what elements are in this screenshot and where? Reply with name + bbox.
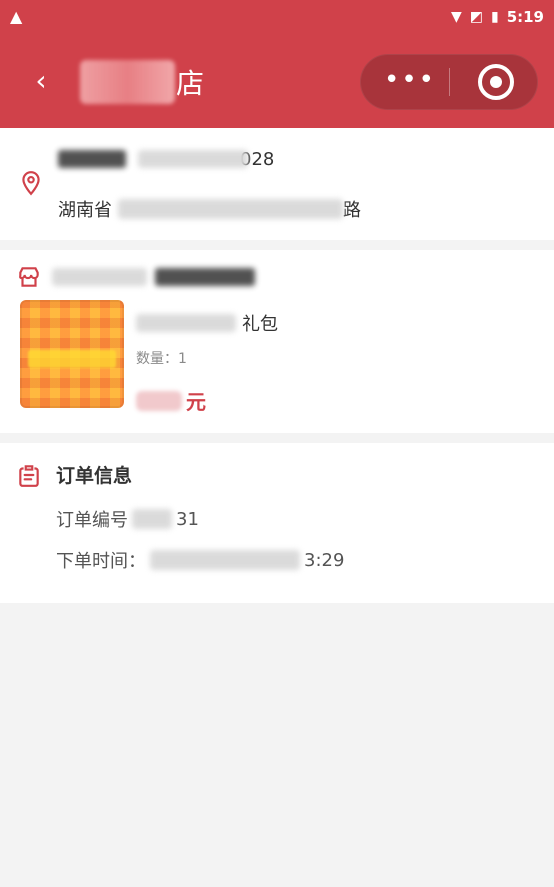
warning-icon: ▲ bbox=[10, 7, 23, 26]
address-line: 湖南省 路 bbox=[58, 196, 361, 222]
price-redacted bbox=[136, 390, 182, 411]
recipient-line: 028 bbox=[58, 146, 274, 172]
product-title-tail: 礼包 bbox=[242, 314, 278, 335]
product-price: 元 bbox=[136, 386, 206, 415]
shop-card[interactable]: 礼包 数量：1 元 bbox=[0, 250, 554, 433]
product-quantity: 数量：1 bbox=[136, 351, 187, 367]
location-pin-icon bbox=[22, 171, 40, 196]
title-redacted bbox=[80, 60, 175, 104]
product-thumbnail[interactable] bbox=[20, 300, 124, 408]
capsule-divider bbox=[449, 68, 450, 96]
order-number-tail: 31 bbox=[176, 508, 199, 530]
miniapp-capsule: ••• bbox=[360, 54, 538, 110]
address-redacted bbox=[118, 199, 343, 219]
clipboard-icon bbox=[19, 465, 39, 487]
battery-icon: ▮ bbox=[490, 9, 499, 25]
shop-name-redacted bbox=[52, 267, 255, 287]
order-number-redacted bbox=[132, 509, 172, 529]
more-icon[interactable]: ••• bbox=[384, 67, 434, 96]
address-province: 湖南省 bbox=[58, 200, 112, 221]
order-info-card: 订单信息 订单编号 31 下单时间： 3:29 bbox=[0, 443, 554, 603]
back-icon[interactable]: ‹ bbox=[26, 66, 56, 96]
order-time-row: 下单时间： 3:29 bbox=[56, 547, 344, 573]
order-info-title: 订单信息 bbox=[56, 465, 133, 487]
address-card[interactable]: 028 湖南省 路 bbox=[0, 128, 554, 240]
order-number-row: 订单编号 31 bbox=[56, 506, 199, 532]
recipient-name-redacted bbox=[58, 150, 126, 168]
status-time: 5:19 bbox=[506, 8, 544, 26]
address-tail: 路 bbox=[343, 200, 361, 221]
top-bar: ▲ ▼ ◩ ▮ 5:19 ‹ 店 ••• bbox=[0, 0, 554, 128]
order-time-label: 下单时间： bbox=[56, 551, 146, 572]
signal-icon: ◩ bbox=[469, 9, 483, 25]
order-number-label: 订单编号 bbox=[56, 510, 128, 531]
close-miniapp-icon[interactable] bbox=[478, 64, 514, 100]
order-time-tail: 3:29 bbox=[304, 549, 345, 571]
page-title: 店 bbox=[176, 67, 205, 100]
price-unit: 元 bbox=[186, 390, 206, 414]
status-icons: ▼ ◩ ▮ 5:19 bbox=[451, 8, 544, 26]
shop-name-redacted-1 bbox=[52, 268, 147, 286]
wifi-icon: ▼ bbox=[450, 9, 462, 25]
header: ‹ 店 ••• bbox=[0, 36, 554, 128]
shop-name-redacted-2 bbox=[155, 268, 255, 286]
product-title: 礼包 bbox=[136, 310, 278, 336]
order-time-redacted bbox=[150, 550, 300, 570]
store-icon bbox=[19, 267, 39, 287]
status-bar: ▲ ▼ ◩ ▮ 5:19 bbox=[0, 0, 554, 36]
recipient-phone-redacted bbox=[138, 150, 248, 168]
product-title-redacted bbox=[136, 314, 236, 332]
